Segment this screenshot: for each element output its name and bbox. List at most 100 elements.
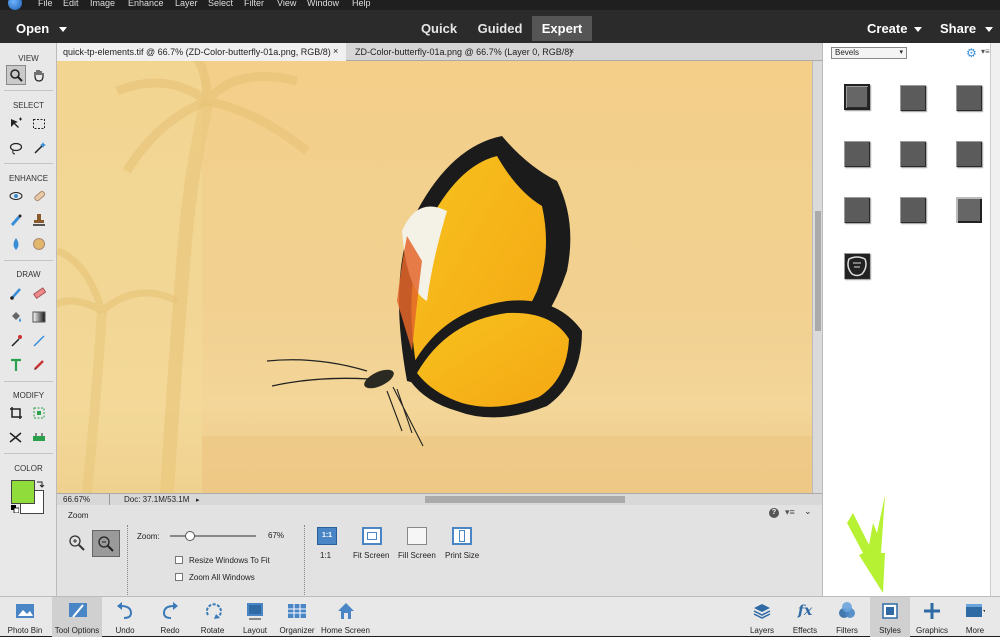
mode-guided-tab[interactable]: Guided [470,16,530,41]
effects-button[interactable]: fx Effects [785,597,825,637]
healing-brush-tool[interactable] [29,186,49,206]
menu-edit[interactable]: Edit [63,0,79,8]
rotate-button[interactable]: Rotate [190,597,235,637]
hand-tool[interactable] [29,65,49,85]
graphics-button[interactable]: Graphics [912,597,952,637]
redo-button[interactable]: Redo [148,597,192,637]
red-eye-tool[interactable] [6,186,26,206]
menu-file[interactable]: File [38,0,53,8]
type-tool[interactable] [6,355,26,375]
gear-icon[interactable]: ⚙ [966,46,977,60]
create-dropdown-icon[interactable] [914,27,922,32]
style-category-dropdown[interactable]: Bevels ▾ [831,47,907,59]
pencil-tool[interactable] [29,355,49,375]
mode-quick-tab[interactable]: Quick [410,16,468,41]
zoom-all-windows-checkbox[interactable] [175,573,183,581]
filters-button[interactable]: Filters [827,597,867,637]
zoom-tool[interactable] [6,65,26,85]
lasso-tool[interactable] [6,138,26,158]
bevel-style-swatch[interactable] [956,197,982,223]
home-screen-button[interactable]: Home Screen [318,597,373,637]
more-button[interactable]: More [955,597,995,637]
tool-options-button[interactable]: Tool Options [52,597,102,637]
menu-enhance[interactable]: Enhance [128,0,164,8]
clone-stamp-tool[interactable] [29,210,49,230]
move-tool[interactable] [6,114,26,134]
bevel-style-swatch[interactable] [844,84,870,110]
gradient-tool[interactable] [29,307,49,327]
panel-menu-icon[interactable]: ▾≡ [785,507,795,518]
photo-bin-button[interactable]: Photo Bin [0,597,50,637]
print-size-icon[interactable] [452,527,472,545]
menu-image[interactable]: Image [90,0,115,8]
bevel-style-swatch[interactable] [956,85,982,111]
tab-close-icon[interactable]: × [569,46,574,56]
fit-screen-button[interactable]: Fit Screen [353,551,389,560]
organizer-button[interactable]: Organizer [276,597,318,637]
tab-butterfly[interactable]: ZD-Color-butterfly-01a.png @ 66.7% (Laye… [349,43,579,61]
undo-button[interactable]: Undo [103,597,147,637]
blur-tool[interactable] [6,234,26,254]
crop-tool[interactable] [6,403,26,423]
menu-view[interactable]: View [277,0,296,8]
layers-button[interactable]: Layers [742,597,782,637]
brush-tool[interactable] [6,283,26,303]
horizontal-scrollbar[interactable] [425,496,625,503]
share-button[interactable]: Share [940,21,976,36]
status-menu-icon[interactable]: ▸ [196,496,200,504]
zoom-out-button[interactable] [92,530,120,557]
bevel-style-swatch[interactable] [900,85,926,111]
bevel-style-swatch[interactable] [900,197,926,223]
create-button[interactable]: Create [867,21,907,36]
styles-button[interactable]: Styles [870,597,910,637]
bevel-style-swatch[interactable] [844,253,870,279]
menu-window[interactable]: Window [307,0,339,8]
foreground-color-swatch[interactable] [11,480,35,504]
zoom-slider[interactable] [170,535,256,537]
open-dropdown-icon[interactable] [59,27,67,32]
menu-help[interactable]: Help [352,0,371,8]
eyedropper-tool[interactable] [6,331,26,351]
marquee-tool[interactable] [29,114,49,134]
smart-brush-tool[interactable] [6,210,26,230]
share-dropdown-icon[interactable] [985,27,993,32]
open-button[interactable]: Open [16,21,49,36]
document-canvas[interactable] [57,61,812,493]
panel-options-icon[interactable]: ▾≡ [981,47,990,56]
vertical-scrollbar[interactable] [812,61,822,493]
layout-button[interactable]: Layout [236,597,274,637]
zoom-in-button[interactable] [67,533,87,553]
eraser-tool[interactable] [29,283,49,303]
fill-screen-icon[interactable] [407,527,427,545]
default-colors-icon[interactable] [11,505,19,513]
tab-quick-tp-elements[interactable]: quick-tp-elements.tif @ 66.7% (ZD-Color-… [57,43,346,61]
swap-colors-icon[interactable] [35,479,45,489]
panel-scrollbar[interactable] [990,43,1000,596]
magic-wand-tool[interactable] [29,138,49,158]
menu-filter[interactable]: Filter [244,0,264,8]
fill-screen-button[interactable]: Fill Screen [398,551,436,560]
bevel-style-swatch[interactable] [844,141,870,167]
scroll-thumb[interactable] [815,211,821,331]
sponge-tool[interactable] [29,234,49,254]
paint-bucket-tool[interactable] [6,307,26,327]
line-tool[interactable] [29,331,49,351]
print-size-button[interactable]: Print Size [445,551,479,560]
fit-screen-icon[interactable] [362,527,382,545]
collapse-panel-icon[interactable]: ⌄ [804,506,812,517]
bevel-style-swatch[interactable] [900,141,926,167]
bevel-style-swatch[interactable] [956,141,982,167]
content-aware-move-tool[interactable] [6,427,26,447]
help-icon[interactable]: ? [769,508,779,518]
recompose-tool[interactable] [29,403,49,423]
zoom-slider-handle[interactable] [185,531,195,541]
actual-pixels-button[interactable]: 1:1 [320,551,331,560]
resize-windows-checkbox[interactable] [175,556,183,564]
straighten-tool[interactable] [29,427,49,447]
mode-expert-tab[interactable]: Expert [532,16,592,41]
menu-select[interactable]: Select [208,0,233,8]
bevel-style-swatch[interactable] [844,197,870,223]
menu-layer[interactable]: Layer [175,0,198,8]
actual-pixels-icon[interactable]: 1:1 [317,527,337,545]
tab-close-icon[interactable]: × [333,46,338,56]
